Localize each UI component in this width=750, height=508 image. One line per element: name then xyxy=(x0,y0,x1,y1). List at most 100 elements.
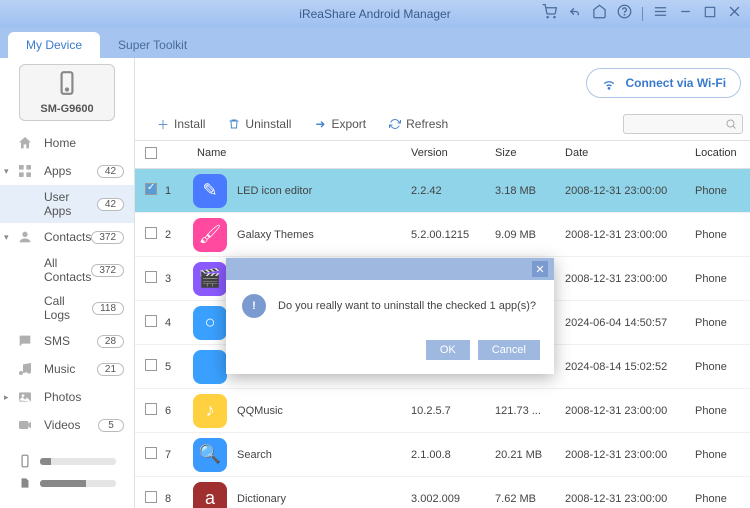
tab-super-toolkit[interactable]: Super Toolkit xyxy=(100,32,205,58)
connect-wifi-button[interactable]: Connect via Wi-Fi xyxy=(586,68,741,98)
refresh-button[interactable]: Refresh xyxy=(379,114,457,134)
app-icon: ✎ xyxy=(193,174,227,208)
dialog-message: Do you really want to uninstall the chec… xyxy=(278,300,536,312)
app-size: 3.18 MB xyxy=(495,185,565,197)
row-checkbox[interactable] xyxy=(145,403,157,415)
titlebar-controls xyxy=(542,4,742,24)
export-icon: ➜ xyxy=(313,117,327,131)
col-size[interactable]: Size xyxy=(495,147,565,162)
maximize-icon[interactable] xyxy=(703,5,717,24)
install-button[interactable]: ＋Install xyxy=(147,114,214,134)
app-icon: ♪ xyxy=(193,394,227,428)
nav-music[interactable]: Music21 xyxy=(0,355,134,383)
table-row[interactable]: 7 🔍 Search 2.1.00.8 20.21 MB 2008-12-31 … xyxy=(135,433,750,477)
app-name: Galaxy Themes xyxy=(237,229,314,241)
help-icon[interactable] xyxy=(617,4,632,24)
row-index: 1 xyxy=(165,185,193,197)
tab-my-device[interactable]: My Device xyxy=(8,32,100,58)
nav-photos[interactable]: ▸Photos xyxy=(0,383,134,411)
home-icon[interactable] xyxy=(592,4,607,24)
cart-icon[interactable] xyxy=(542,4,557,24)
phone-icon xyxy=(54,70,80,96)
back-icon[interactable] xyxy=(567,4,582,24)
app-icon: 🔍 xyxy=(193,438,227,472)
dialog-cancel-button[interactable]: Cancel xyxy=(478,340,540,360)
app-name: QQMusic xyxy=(237,405,283,417)
menu-icon[interactable] xyxy=(653,4,668,24)
export-button[interactable]: ➜Export xyxy=(304,114,375,134)
select-all-checkbox[interactable] xyxy=(145,147,157,159)
uninstall-button[interactable]: Uninstall xyxy=(218,114,300,134)
app-name: LED icon editor xyxy=(237,185,312,197)
row-checkbox[interactable] xyxy=(145,447,157,459)
app-icon: a xyxy=(193,482,227,508)
row-index: 2 xyxy=(165,229,193,241)
app-date: 2024-06-04 14:50:57 xyxy=(565,317,695,329)
nav-sms[interactable]: SMS28 xyxy=(0,327,134,355)
nav-user-apps[interactable]: User Apps42 xyxy=(0,185,134,223)
nav-contacts[interactable]: ▾Contacts372 xyxy=(0,223,134,251)
table-row[interactable]: 2 🖌 Galaxy Themes 5.2.00.1215 9.09 MB 20… xyxy=(135,213,750,257)
row-index: 7 xyxy=(165,449,193,461)
app-date: 2008-12-31 23:00:00 xyxy=(565,229,695,241)
row-index: 4 xyxy=(165,317,193,329)
home-icon xyxy=(16,134,34,152)
chevron-right-icon: ▸ xyxy=(4,392,9,403)
dialog-ok-button[interactable]: OK xyxy=(426,340,470,360)
col-location[interactable]: Location xyxy=(695,147,750,162)
app-version: 2.2.42 xyxy=(411,185,495,197)
app-date: 2008-12-31 23:00:00 xyxy=(565,273,695,285)
search-input[interactable] xyxy=(623,114,743,134)
nav-list: Home ▾Apps42 User Apps42 ▾Contacts372 Al… xyxy=(0,125,134,444)
close-icon[interactable] xyxy=(727,4,742,24)
photos-icon xyxy=(16,388,34,406)
app-icon xyxy=(193,350,227,384)
device-card[interactable]: SM-G9600 xyxy=(19,64,115,121)
separator xyxy=(642,7,643,21)
dialog-titlebar[interactable]: ✕ xyxy=(226,258,554,280)
row-checkbox[interactable] xyxy=(145,183,157,195)
nav-home[interactable]: Home xyxy=(0,129,134,157)
table-row[interactable]: 6 ♪ QQMusic 10.2.5.7 121.73 ... 2008-12-… xyxy=(135,389,750,433)
app-date: 2008-12-31 23:00:00 xyxy=(565,493,695,505)
app-size: 7.62 MB xyxy=(495,493,565,505)
row-checkbox[interactable] xyxy=(145,359,157,371)
app-location: Phone xyxy=(695,405,750,417)
app-location: Phone xyxy=(695,273,750,285)
table-header: Name Version Size Date Location xyxy=(135,141,750,169)
search-icon xyxy=(725,118,737,130)
app-version: 3.002.009 xyxy=(411,493,495,505)
info-icon: ! xyxy=(242,294,266,318)
app-icon: 🎬 xyxy=(193,262,227,296)
nav-apps[interactable]: ▾Apps42 xyxy=(0,157,134,185)
wifi-icon xyxy=(601,75,617,91)
nav-books[interactable]: Books8 xyxy=(0,439,134,444)
minimize-icon[interactable] xyxy=(678,4,693,24)
app-date: 2008-12-31 23:00:00 xyxy=(565,449,695,461)
nav-videos[interactable]: Videos5 xyxy=(0,411,134,439)
col-version[interactable]: Version xyxy=(411,147,495,162)
apps-icon xyxy=(16,162,34,180)
app-icon: 🖌 xyxy=(193,218,227,252)
row-checkbox[interactable] xyxy=(145,491,157,503)
table-row[interactable]: 1 ✎ LED icon editor 2.2.42 3.18 MB 2008-… xyxy=(135,169,750,213)
app-location: Phone xyxy=(695,493,750,505)
app-icon: ○ xyxy=(193,306,227,340)
dialog-close-button[interactable]: ✕ xyxy=(532,261,548,277)
trash-icon xyxy=(227,117,241,131)
videos-icon xyxy=(16,416,34,434)
row-checkbox[interactable] xyxy=(145,271,157,283)
chevron-down-icon: ▾ xyxy=(4,232,9,243)
row-index: 8 xyxy=(165,493,193,505)
row-checkbox[interactable] xyxy=(145,315,157,327)
row-checkbox[interactable] xyxy=(145,227,157,239)
app-location: Phone xyxy=(695,185,750,197)
phone-storage-icon xyxy=(18,454,32,468)
col-date[interactable]: Date xyxy=(565,147,695,162)
nav-call-logs[interactable]: Call Logs118 xyxy=(0,289,134,327)
col-name[interactable]: Name xyxy=(193,147,411,162)
table-row[interactable]: 8 a Dictionary 3.002.009 7.62 MB 2008-12… xyxy=(135,477,750,508)
chevron-down-icon: ▾ xyxy=(4,166,9,177)
nav-all-contacts[interactable]: All Contacts372 xyxy=(0,251,134,289)
app-size: 20.21 MB xyxy=(495,449,565,461)
